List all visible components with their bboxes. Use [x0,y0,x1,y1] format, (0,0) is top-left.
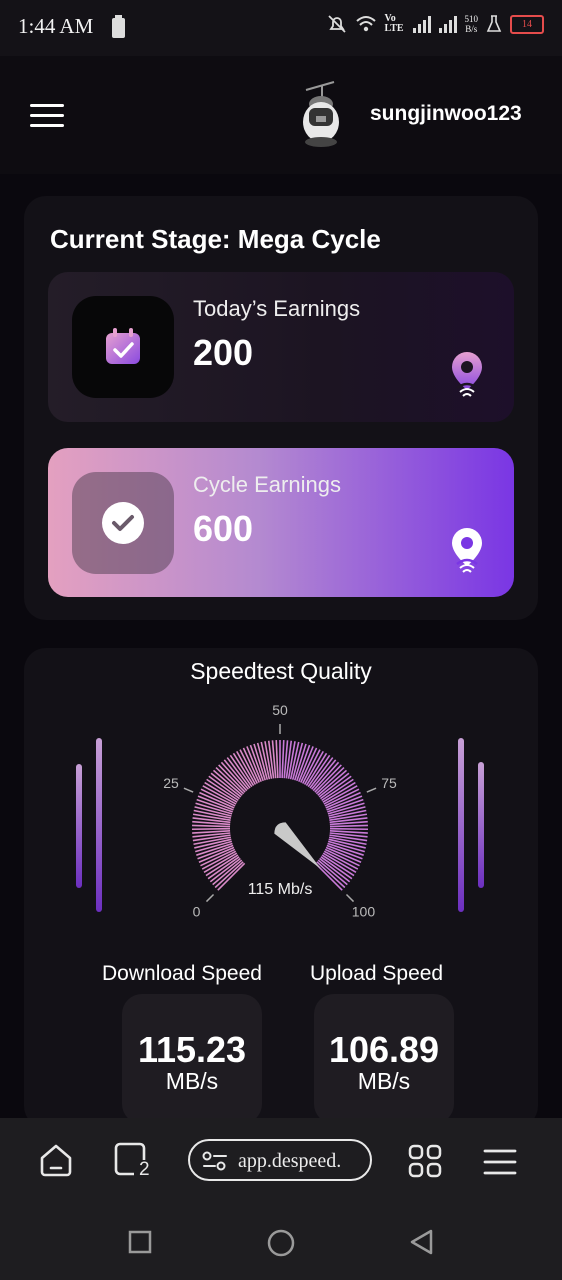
gauge-tick [192,824,231,828]
calendar-check-icon [106,328,140,364]
network-type-label: Vo LTE [384,13,404,34]
grid-icon[interactable] [408,1144,442,1178]
cycle-earnings-value: 600 [193,508,254,549]
gauge-scale-mark [183,787,194,793]
todays-earnings-icon-box [72,296,174,398]
todays-earnings-label: Today’s Earnings [193,296,361,321]
tab-count: 2 [139,1159,150,1180]
system-nav-bar [0,1200,562,1280]
flask-icon [486,15,502,32]
gauge-tick [192,830,231,834]
stage-title: Current Stage: Mega Cycle [50,224,381,254]
gauge-scale-mark [345,893,355,903]
net-speed-value: 510 [464,14,479,24]
download-speed-label: Download Speed [102,962,262,985]
signal-icon-1 [412,15,431,33]
todays-earnings-value: 200 [193,332,254,373]
upload-speed-box: 106.89 MB/s [314,994,454,1124]
gauge-readout: 115 Mb/s [248,881,313,898]
recents-icon[interactable] [128,1230,152,1254]
gauge-tick [329,824,368,828]
menu-icon[interactable] [30,104,64,128]
site-settings-icon[interactable] [202,1151,228,1171]
battery-saver-icon [112,15,125,38]
cycle-earnings-icon-box [72,472,174,574]
bell-off-icon [327,15,346,33]
battery-level: 14 [522,18,532,30]
download-speed-unit: MB/s [165,1068,219,1094]
username: sungjinwoo123 [370,102,522,125]
gauge-scale-mark [205,893,215,903]
location-wifi-icon [452,352,482,397]
gauge-scale-label: 25 [163,775,179,791]
todays-earnings-card: Today’s Earnings 200 [48,272,514,422]
download-speed-box: 115.23 MB/s [122,994,262,1124]
cycle-earnings-card: Cycle Earnings 600 [48,448,514,597]
gauge-scale-mark [366,787,377,793]
signal-icon-2 [438,15,457,33]
gauge-tick [329,830,368,834]
right-level-bar-2 [478,762,484,888]
tabs-button[interactable]: 2 [114,1142,158,1180]
check-circle-icon [102,502,144,544]
cycle-earnings-label: Cycle Earnings [193,472,341,497]
speedtest-title: Speedtest Quality [190,658,372,684]
gauge-tick [281,740,285,779]
gauge-scale-label: 100 [352,903,376,918]
download-speed-value: 115.23 [137,1029,247,1070]
url-bar[interactable]: app.despeed. [188,1139,372,1181]
status-icons: Vo LTE 510 B/s 14 [327,13,544,34]
status-bar: 1:44 AM Vo LTE 510 B/s 14 [0,0,562,56]
location-wifi-icon [452,528,482,573]
home-nav-icon[interactable] [266,1228,296,1258]
gauge-scale-label: 0 [193,903,201,918]
stage-card: Current Stage: Mega Cycle Today’s Earnin… [24,196,538,620]
gauge-needle [274,822,322,870]
gauge-tick [275,740,279,779]
gauge-tick [329,827,369,831]
app-header: sungjinwoo123 [0,56,562,174]
upload-speed-value: 106.89 [328,1029,440,1070]
net-speed: 510 B/s [465,14,479,34]
wifi-icon [355,16,376,32]
back-icon[interactable] [408,1228,434,1256]
browser-toolbar: 2 app.despeed. [0,1118,562,1200]
battery-icon: 14 [510,14,544,34]
gauge-scale-label: 75 [381,775,397,791]
speedtest-card: Speedtest Quality 0 25 50 75 100 115 Mb/s Do… [24,648,538,1128]
gauge-tick [191,827,231,831]
gauge-ticks [191,740,369,891]
avatar[interactable] [296,80,346,148]
url-text: app.despeed. [238,1150,342,1172]
home-icon[interactable] [38,1142,74,1178]
left-level-bar-2 [96,738,102,912]
left-level-bar-1 [76,764,82,888]
gauge-scale-label: 50 [272,702,288,718]
status-time: 1:44 AM [18,14,94,38]
net-speed-unit: B/s [465,24,478,34]
upload-speed-unit: MB/s [357,1068,411,1094]
speed-gauge: 0 25 50 75 100 115 Mb/s [163,702,397,918]
right-level-bar-1 [458,738,464,912]
upload-speed-label: Upload Speed [310,962,444,985]
browser-menu-icon[interactable] [483,1148,517,1176]
